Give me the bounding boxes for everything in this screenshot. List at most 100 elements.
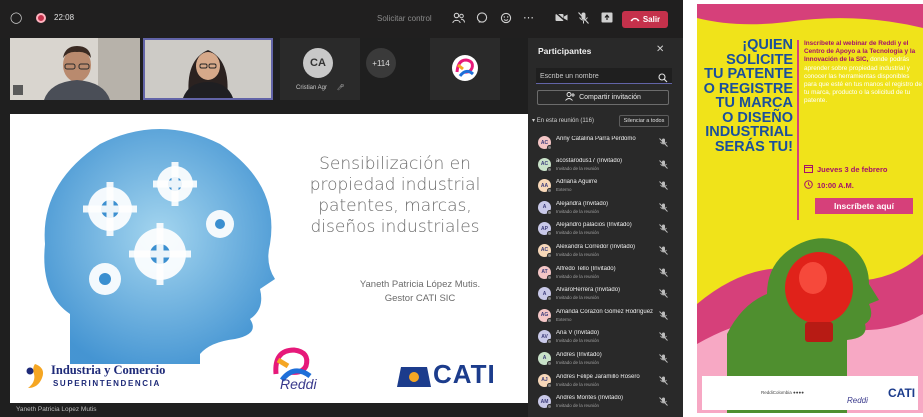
reddi-logo-icon xyxy=(430,38,500,100)
participant-list-item[interactable]: A Alejandra (Invitado) Invitado de la reun… xyxy=(528,198,683,220)
microphone-muted-icon xyxy=(659,332,668,342)
sic-name: Industria y Comercio xyxy=(51,363,166,377)
presenter-video xyxy=(145,40,271,98)
participant-list-item[interactable]: AT Alfredo Tello (Invitado) Invitado de la… xyxy=(528,263,683,285)
poster-headline-line: SOLICITE xyxy=(726,51,793,68)
social-icons: ●●●● xyxy=(793,390,804,395)
participant-name-label: Cristian Agr xyxy=(296,85,328,91)
share-screen-icon[interactable] xyxy=(601,12,613,26)
participant-name: Andrés Montes (Invitado) xyxy=(556,395,624,402)
search-icon[interactable] xyxy=(658,70,670,83)
presence-status-icon xyxy=(547,145,552,150)
cati-emblem-icon xyxy=(397,367,431,387)
camera-off-icon[interactable] xyxy=(555,11,568,26)
participant-name: Amanda Corazon Gómez Rodríguez xyxy=(556,308,654,315)
presence-status-icon xyxy=(547,188,552,194)
participants-icon[interactable] xyxy=(452,12,465,27)
participant-search xyxy=(536,68,672,84)
poster-time: 10:00 A.M. xyxy=(804,180,854,191)
sic-logo: Industria y Comercio SUPERINTENDENCIA xyxy=(22,362,192,392)
microphone-muted-icon[interactable] xyxy=(578,12,589,27)
register-button[interactable]: Inscríbete aquí xyxy=(815,198,913,214)
head-gears-illustration xyxy=(44,129,276,364)
in-meeting-label: En esta reunión (116) xyxy=(536,118,594,124)
participant-name: Andres Felipe Jaramillo Rosero xyxy=(556,373,640,380)
presence-status-icon xyxy=(547,317,552,323)
poster-headline-line: O REGISTRE xyxy=(703,80,793,97)
poster-body: Inscríbete al webinar de Reddi y el Cent… xyxy=(804,40,922,106)
slide-presenter-role: Gestor CATI SIC xyxy=(384,293,456,304)
shared-presentation-slide: Sensibilización en propiedad industrial … xyxy=(10,114,528,403)
sic-emblem-icon xyxy=(26,364,44,388)
participant-list-item[interactable]: AP Alejandro palacios (Invitado) Invitado … xyxy=(528,219,683,241)
participant-video-tile[interactable] xyxy=(10,38,140,100)
slide-presenter-name: Yaneth Patricia López Mutis. xyxy=(359,279,481,290)
meeting-toolbar: ◯ 22:08 Solicitar control ⋯ Salir xyxy=(0,0,683,38)
poster-time-text: 10:00 A.M. xyxy=(817,181,854,190)
cati-wordmark: CATI xyxy=(433,359,496,389)
participant-list-item[interactable]: A AlvaroHerrera (Invitado) Invitado de la … xyxy=(528,284,683,306)
leave-label: Salir xyxy=(642,15,661,24)
recording-icon xyxy=(36,13,46,23)
presence-status-icon xyxy=(547,404,552,410)
search-input[interactable] xyxy=(540,70,652,82)
chevron-down-icon: ▾ xyxy=(532,118,536,124)
poster-divider xyxy=(797,40,799,220)
leave-button[interactable]: Salir xyxy=(622,11,668,28)
participant-name: acostarodus17 (Invitado) xyxy=(556,157,623,164)
window-icon[interactable]: ◯ xyxy=(10,12,22,24)
microphone-muted-icon xyxy=(659,267,668,277)
webinar-poster: ¡QUIEN SOLICITE TU PATENTE O REGISTRE TU… xyxy=(697,4,923,413)
share-invite-button[interactable]: Compartir invitación xyxy=(537,90,669,105)
cati-logo: CATI xyxy=(395,357,525,397)
in-meeting-toggle[interactable]: ▾ En esta reunión (116) xyxy=(532,117,594,124)
microphone-muted-icon xyxy=(659,159,668,169)
presence-status-icon xyxy=(547,166,552,172)
participant-name: Anny Catalina Parra Perdomo xyxy=(556,136,636,142)
participant-video xyxy=(10,38,140,100)
presenter-video-tile[interactable] xyxy=(143,38,273,100)
participant-list-item[interactable]: A Andres (Invitado) Invitado de la reunión xyxy=(528,349,683,371)
microphone-muted-icon xyxy=(659,397,668,406)
microphone-muted-icon: 🎤︎ xyxy=(336,85,345,91)
poster-headline-line: ¡QUIEN xyxy=(742,37,793,53)
request-control-button[interactable]: Solicitar control xyxy=(377,14,432,23)
poster-cati-logo: CATI xyxy=(888,386,916,400)
reactions-icon[interactable] xyxy=(500,12,512,27)
participant-role: Invitado de la reunión xyxy=(556,359,600,365)
close-icon[interactable]: ✕ xyxy=(656,44,664,55)
participant-list-item[interactable]: AC acostarodus17 (Invitado) Invitado de la… xyxy=(528,155,683,177)
phone-icon xyxy=(630,15,640,24)
participant-list-item[interactable]: AM Andrés Montes (Invitado) Invitado de la… xyxy=(528,392,683,414)
poster-social-handle: ReddiColombia xyxy=(761,390,792,395)
teams-meeting-window: ◯ 22:08 Solicitar control ⋯ Salir CA Cri… xyxy=(0,0,683,417)
reddi-logo: Reddi xyxy=(258,344,328,402)
participant-name: Ana V (Invitado) xyxy=(556,330,600,337)
add-person-icon xyxy=(565,92,576,103)
microphone-muted-icon xyxy=(659,289,668,298)
microphone-muted-icon xyxy=(659,310,668,320)
reddi-participant-tile[interactable] xyxy=(430,38,500,100)
participant-name: AlvaroHerrera (Invitado) xyxy=(556,287,621,294)
more-participants-tile[interactable]: +114 xyxy=(355,38,415,100)
slide-presenter-info: Yaneth Patricia López Mutis. Gestor CATI… xyxy=(320,278,520,306)
participant-list-item[interactable]: AC Anny Catalina Parra Perdomo xyxy=(528,133,683,155)
chat-icon[interactable] xyxy=(476,12,488,27)
participant-name: Adriana Aguirre xyxy=(556,179,598,186)
participant-list-item[interactable]: AC Alexandra Corredor (Invitado) Invitado … xyxy=(528,241,683,263)
reddi-wordmark: Reddi xyxy=(280,376,317,392)
presence-status-icon xyxy=(547,339,552,345)
mute-all-button[interactable]: Silenciar a todos xyxy=(619,115,669,127)
presence-status-icon xyxy=(547,252,552,258)
participant-list-item[interactable]: AV Ana V (Invitado) Invitado de la reunión xyxy=(528,327,683,349)
slide-title-line: patentes, marcas, xyxy=(318,196,472,216)
participant-list-item[interactable]: AG Amanda Corazon Gómez Rodríguez Externo xyxy=(528,306,683,328)
participant-list-item[interactable]: AA Adriana Aguirre Externo xyxy=(528,176,683,198)
microphone-muted-icon xyxy=(659,181,668,191)
participant-role: Externo xyxy=(556,187,572,193)
participant-list-item[interactable]: AJ Andres Felipe Jaramillo Rosero Invitado… xyxy=(528,371,683,393)
presence-status-icon xyxy=(547,209,552,215)
microphone-muted-icon xyxy=(659,224,668,234)
more-options-icon[interactable]: ⋯ xyxy=(523,12,534,24)
participant-tile-ca[interactable]: CA Cristian Agr 🎤︎ xyxy=(280,38,360,100)
